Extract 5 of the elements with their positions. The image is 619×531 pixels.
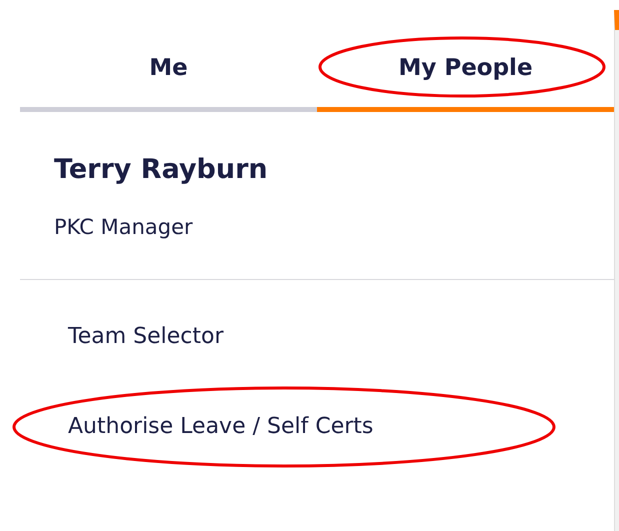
- menu-link[interactable]: Authorise Leave / Self Certs: [68, 414, 374, 439]
- tab[interactable]: Me: [20, 40, 317, 112]
- user-role: PKC Manager: [54, 215, 194, 239]
- menu-link[interactable]: Team Selector: [68, 324, 224, 349]
- user-name: Terry Rayburn: [54, 154, 269, 185]
